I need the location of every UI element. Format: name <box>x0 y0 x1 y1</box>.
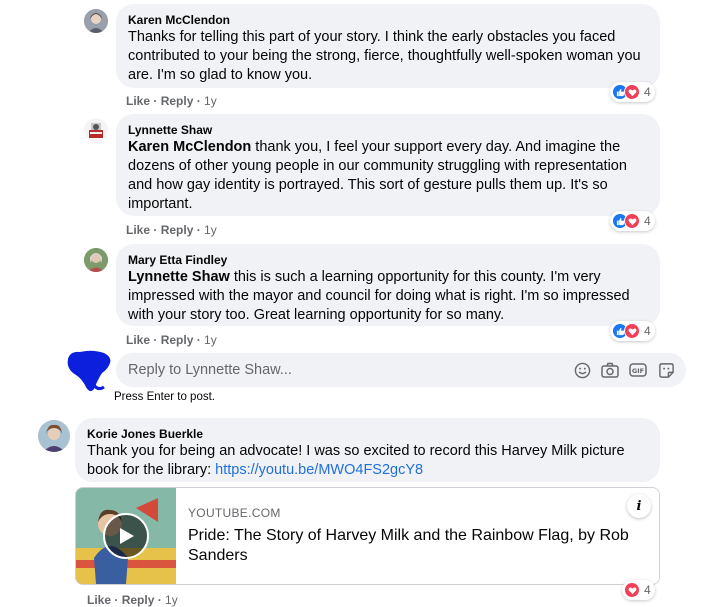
video-thumbnail[interactable] <box>76 488 176 584</box>
reply-link[interactable]: Reply <box>161 223 194 237</box>
comment-actions: Like · Reply · 1y <box>126 333 217 347</box>
reply-link[interactable]: Reply <box>161 333 194 347</box>
reply-link[interactable]: Reply <box>122 593 155 607</box>
comment-actions: Like · Reply · 1y <box>87 593 178 607</box>
love-reaction-icon <box>624 84 640 100</box>
reply-link[interactable]: Reply <box>161 94 194 108</box>
comment-text: Lynnette Shaw this is such a learning op… <box>128 269 630 323</box>
youtube-link[interactable]: https://youtu.be/MWO4FS2gcY8 <box>215 462 423 478</box>
mention-link[interactable]: Lynnette Shaw <box>128 269 230 285</box>
gif-icon[interactable]: GIF <box>628 360 648 380</box>
mention-link[interactable]: Karen McClendon <box>128 139 251 155</box>
comment-author[interactable]: Karen McClendon <box>128 12 648 28</box>
timestamp[interactable]: 1y <box>204 94 217 108</box>
comment-actions: Like · Reply · 1y <box>126 94 217 108</box>
reply-input[interactable] <box>126 361 564 379</box>
love-reaction-icon <box>624 323 640 339</box>
press-enter-hint: Press Enter to post. <box>114 391 215 403</box>
love-reaction-icon <box>624 582 640 598</box>
info-icon[interactable]: i <box>627 494 651 518</box>
timestamp[interactable]: 1y <box>204 223 217 237</box>
timestamp[interactable]: 1y <box>165 593 178 607</box>
comment-bubble: Mary Etta Findley Lynnette Shaw this is … <box>116 244 660 326</box>
comment-author[interactable]: Mary Etta Findley <box>128 252 648 268</box>
link-preview-card[interactable]: YOUTUBE.COM Pride: The Story of Harvey M… <box>75 487 660 585</box>
redaction-scribble <box>67 350 111 392</box>
avatar[interactable] <box>84 9 108 33</box>
avatar[interactable] <box>84 248 108 272</box>
like-link[interactable]: Like <box>87 593 111 607</box>
comment-author[interactable]: Korie Jones Buerkle <box>87 426 648 442</box>
preview-title[interactable]: Pride: The Story of Harvey Milk and the … <box>188 526 647 566</box>
comment-text: Thanks for telling this part of your sto… <box>128 29 641 83</box>
comment-text: Thank you for being an advocate! I was s… <box>87 443 625 478</box>
reply-composer: GIF <box>116 353 686 387</box>
sticker-icon[interactable] <box>656 360 676 380</box>
reaction-count: 4 <box>644 214 651 228</box>
avatar[interactable] <box>84 118 108 142</box>
comment-bubble: Lynnette Shaw Karen McClendon thank you,… <box>116 114 660 216</box>
reaction-count: 4 <box>644 324 651 338</box>
love-reaction-icon <box>624 213 640 229</box>
like-link[interactable]: Like <box>126 333 150 347</box>
comment-actions: Like · Reply · 1y <box>126 223 217 237</box>
avatar[interactable] <box>38 420 70 452</box>
comment-bubble: Karen McClendon Thanks for telling this … <box>116 4 660 88</box>
reaction-summary[interactable]: 4 <box>610 211 655 231</box>
reaction-summary[interactable]: 4 <box>610 321 655 341</box>
svg-text:GIF: GIF <box>632 367 644 375</box>
preview-body[interactable]: YOUTUBE.COM Pride: The Story of Harvey M… <box>176 488 659 584</box>
play-icon[interactable] <box>116 526 136 551</box>
like-link[interactable]: Like <box>126 94 150 108</box>
comment-author[interactable]: Lynnette Shaw <box>128 122 648 138</box>
reaction-count: 4 <box>644 85 651 99</box>
reaction-summary[interactable]: 4 <box>610 82 655 102</box>
reaction-summary[interactable]: 4 <box>622 580 655 600</box>
timestamp[interactable]: 1y <box>204 333 217 347</box>
reaction-count: 4 <box>644 583 651 597</box>
comment-text: Karen McClendon thank you, I feel your s… <box>128 139 627 212</box>
like-link[interactable]: Like <box>126 223 150 237</box>
camera-icon[interactable] <box>600 360 620 380</box>
emoji-icon[interactable] <box>572 360 592 380</box>
preview-domain: YOUTUBE.COM <box>188 506 281 520</box>
comment-bubble: Korie Jones Buerkle Thank you for being … <box>75 418 660 482</box>
